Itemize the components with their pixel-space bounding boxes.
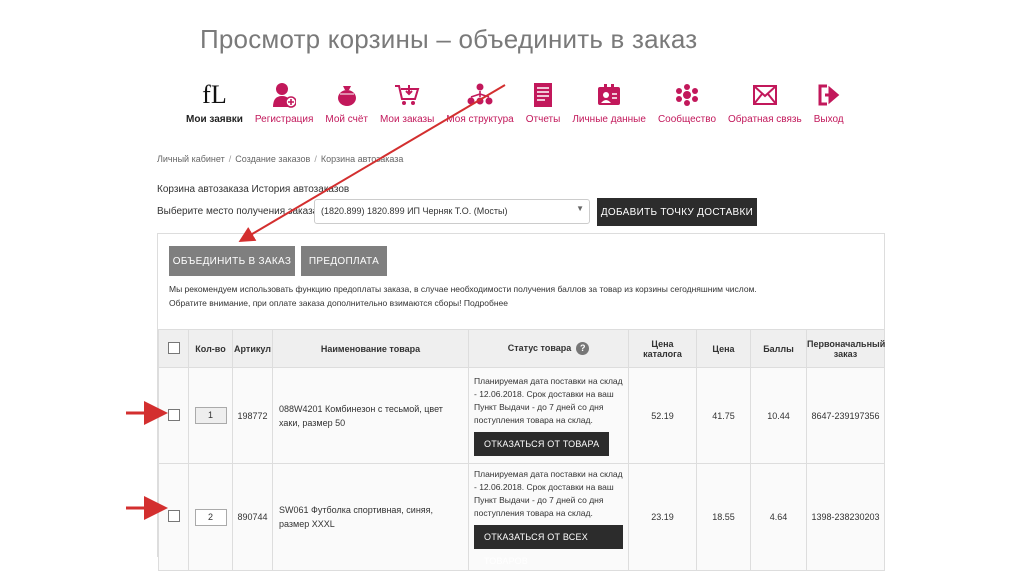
nav-feedback[interactable]: Обратная связь [722, 80, 808, 130]
row-qty: 1 [188, 367, 233, 464]
header-catalog-price-line: каталога [643, 348, 682, 359]
nav-label: Моя структура [446, 114, 514, 125]
row-original-order: 8647-239197356 [806, 367, 885, 464]
envelope-icon [752, 85, 777, 105]
row-price: 41.75 [696, 367, 751, 464]
quantity-input[interactable]: 1 [194, 407, 227, 424]
prepay-notice: Мы рекомендуем использовать функцию пред… [169, 282, 757, 310]
row-article: 198772 [232, 367, 273, 464]
header-status: Статус товара? [468, 329, 629, 368]
main-nav: fL Мои заявки Регистрация Мой счёт Мои з… [180, 80, 850, 130]
notice-line: Мы рекомендуем использовать функцию пред… [169, 284, 757, 294]
header-catalog-price: Цена каталога [628, 329, 697, 368]
nav-label: Отчеты [525, 114, 561, 125]
row-article: 890744 [232, 463, 273, 571]
cart-table: Кол-во Артикул Наименование товара Стату… [158, 329, 885, 571]
nav-registration[interactable]: Регистрация [249, 80, 319, 130]
delivery-label: Выберите место получения заказа [157, 206, 319, 217]
id-card-icon [598, 84, 621, 105]
row-catalog-price: 23.19 [628, 463, 697, 571]
user-add-icon [273, 83, 297, 108]
row-catalog-price: 52.19 [628, 367, 697, 464]
row-original-order: 1398-238230203 [806, 463, 885, 571]
row-name: SW061 Футболка спортивная, синяя, размер… [272, 463, 469, 571]
cart-icon [395, 85, 420, 105]
breadcrumb-separator: / [228, 154, 232, 164]
status-text: Планируемая дата поставки на склад - 12.… [474, 469, 623, 518]
header-qty: Кол-во [188, 329, 233, 368]
row-select [158, 463, 189, 571]
row-checkbox[interactable] [167, 510, 180, 522]
nav-my-structure[interactable]: Моя структура [440, 80, 519, 130]
header-article: Артикул [232, 329, 273, 368]
breadcrumb: Личный кабинет / Создание заказов / Корзина … [157, 154, 403, 164]
nav-personal-data[interactable]: Личные данные [566, 80, 652, 130]
cart-panel: ОБЪЕДИНИТЬ В ЗАКАЗ ПРЕДОПЛАТА Мы рекомен… [157, 233, 885, 571]
breadcrumb-item[interactable]: Создание заказов [235, 154, 310, 164]
row-checkbox[interactable] [167, 408, 180, 421]
header-name: Наименование товара [272, 329, 469, 368]
table-header-row: Кол-во Артикул Наименование товара Стату… [158, 329, 886, 368]
row-status: Планируемая дата поставки на склад - 12.… [468, 367, 629, 464]
delivery-select-value: (1820.899) 1820.899 ИП Черняк Т.О. (Мост… [321, 206, 508, 216]
header-status-label: Статус товара [507, 342, 572, 353]
nav-community[interactable]: Сообщество [652, 80, 722, 130]
help-icon[interactable]: ? [576, 342, 590, 355]
quantity-input[interactable]: 2 [194, 508, 227, 526]
notice-line: Обратите внимание, при оплате заказа доп… [169, 298, 508, 308]
nav-label: Мои заявки [186, 114, 243, 125]
row-price: 18.55 [696, 463, 751, 571]
community-icon [675, 84, 698, 106]
header-select-all [158, 329, 189, 368]
refuse-all-items-button[interactable]: ОТКАЗАТЬСЯ ОТ ВСЕХ ТОВАРОВ [474, 525, 623, 566]
nav-label: Личные данные [572, 114, 646, 125]
nav-label: Обратная связь [728, 114, 802, 125]
nav-my-requests[interactable]: fL Мои заявки [180, 80, 249, 130]
row-qty: 2 [188, 463, 233, 571]
add-delivery-point-button[interactable]: ДОБАВИТЬ ТОЧКУ ДОСТАВКИ [597, 198, 757, 226]
money-bag-icon [337, 86, 356, 106]
delivery-select[interactable]: (1820.899) 1820.899 ИП Черняк Т.О. (Мост… [314, 199, 590, 224]
table-row: 1 198772 088W4201 Комбинезон с тесьмой, … [158, 367, 885, 464]
breadcrumb-item: Корзина автозаказа [320, 154, 404, 164]
header-original-line: Первоначальный [807, 338, 886, 349]
row-points: 4.64 [750, 463, 807, 571]
row-name: 088W4201 Комбинезон с тесьмой, цвет хаки… [272, 367, 469, 464]
nav-label: Мой счёт [325, 114, 368, 125]
header-catalog-price-line: Цена [651, 338, 674, 349]
nav-my-orders[interactable]: Мои заказы [374, 80, 440, 130]
nav-logout[interactable]: Выход [808, 80, 850, 130]
chevron-down-icon: ▼ [576, 204, 584, 213]
header-price: Цена [696, 329, 751, 368]
exit-icon [818, 84, 839, 106]
fl-logo-icon: fL [202, 80, 227, 109]
cart-header[interactable]: Корзина автозаказа История автозаказов [157, 184, 349, 195]
row-select [158, 367, 189, 464]
nav-label: Мои заказы [379, 114, 435, 125]
breadcrumb-item[interactable]: Личный кабинет [157, 154, 225, 164]
slide-title: Просмотр корзины – объединить в заказ [200, 24, 698, 54]
report-icon [534, 83, 553, 107]
breadcrumb-separator: / [314, 154, 317, 164]
refuse-item-button[interactable]: ОТКАЗАТЬСЯ ОТ ТОВАРА [474, 432, 610, 456]
row-points: 10.44 [750, 367, 807, 464]
status-text: Планируемая дата поставки на склад - 12.… [474, 376, 623, 425]
header-original-order: Первоначальный заказ [806, 329, 886, 368]
header-original-line: заказ [833, 348, 858, 359]
nav-label: Сообщество [657, 114, 717, 125]
nav-label: Регистрация [254, 114, 314, 125]
structure-icon [467, 83, 493, 105]
merge-order-button[interactable]: ОБЪЕДИНИТЬ В ЗАКАЗ [169, 246, 295, 276]
header-points: Баллы [750, 329, 807, 368]
prepay-button[interactable]: ПРЕДОПЛАТА [301, 246, 387, 276]
table-row: 2 890744 SW061 Футболка спортивная, синя… [158, 463, 885, 571]
select-all-checkbox[interactable] [167, 341, 180, 354]
row-status: Планируемая дата поставки на склад - 12.… [468, 463, 629, 571]
nav-label: Выход [813, 114, 844, 125]
nav-reports[interactable]: Отчеты [520, 80, 567, 130]
nav-my-account[interactable]: Мой счёт [319, 80, 374, 130]
